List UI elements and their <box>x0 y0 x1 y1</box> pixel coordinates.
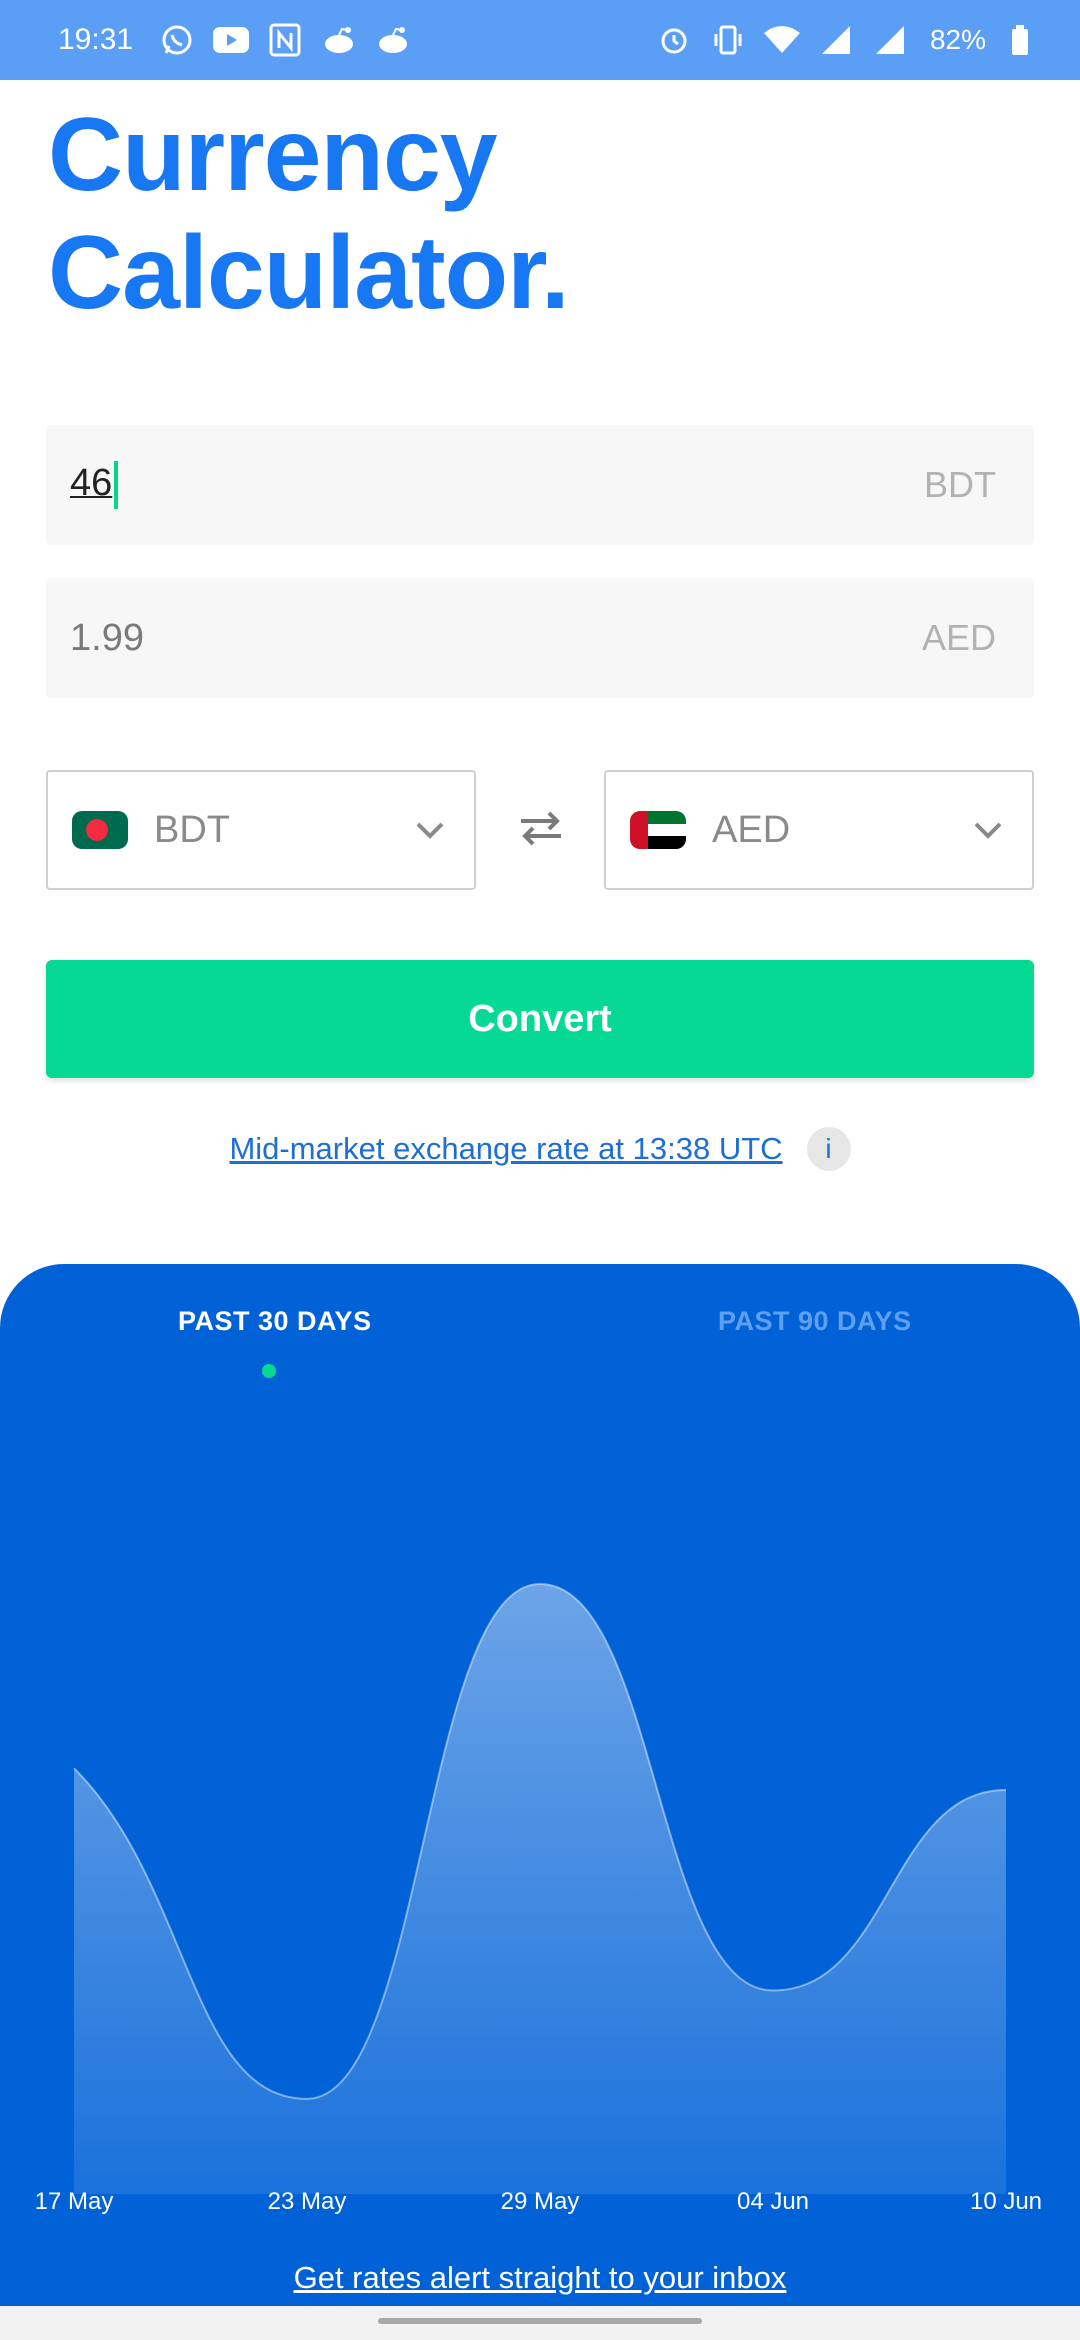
tab-past-30-days[interactable]: PAST 30 DAYS <box>178 1306 372 1337</box>
to-currency-select[interactable]: AED <box>604 770 1034 890</box>
reddit-icon <box>373 20 413 60</box>
swap-currencies-button[interactable] <box>513 808 569 852</box>
signal-icon <box>816 20 856 60</box>
amount-value-wrap: 46 <box>70 461 119 509</box>
chevron-down-icon <box>410 810 450 850</box>
title-line-1: Currency <box>48 97 498 213</box>
youtube-icon <box>211 20 251 60</box>
notion-icon <box>265 20 305 60</box>
whatsapp-icon <box>157 20 197 60</box>
x-tick-label: 04 Jun <box>737 2188 809 2215</box>
bangladesh-flag-icon <box>72 811 128 849</box>
from-currency-code: BDT <box>154 808 230 851</box>
convert-button[interactable]: Convert <box>46 960 1034 1078</box>
status-time: 19:31 <box>58 23 134 56</box>
battery-icon <box>1000 20 1040 60</box>
result-field[interactable]: 1.99 AED <box>46 578 1034 698</box>
chart-area <box>74 1584 1006 2194</box>
battery-percent: 82% <box>929 24 986 55</box>
result-currency-label: AED <box>921 617 996 658</box>
signal-icon <box>870 20 910 60</box>
text-cursor <box>114 461 119 509</box>
x-tick-label: 17 May <box>35 2188 114 2215</box>
rate-info-row: Mid-market exchange rate at 13:38 UTC i <box>0 1126 1080 1172</box>
amount-value: 46 <box>70 462 113 505</box>
active-tab-indicator <box>262 1364 276 1378</box>
currency-calculator-screen: 19:31 82% Currency Calculator. 46 BDT 1.… <box>0 0 1080 2340</box>
home-gesture-pill[interactable] <box>378 2318 702 2324</box>
amount-input[interactable]: 46 BDT <box>46 425 1034 545</box>
rates-alert-link[interactable]: Get rates alert straight to your inbox <box>0 2260 1080 2296</box>
mid-market-rate-link[interactable]: Mid-market exchange rate at 13:38 UTC <box>229 1131 782 1167</box>
result-value: 1.99 <box>70 616 144 659</box>
info-icon[interactable]: i <box>806 1127 851 1171</box>
system-navigation-bar <box>0 2306 1080 2340</box>
vibrate-icon <box>708 20 748 60</box>
amount-currency-label: BDT <box>924 464 996 505</box>
x-tick-label: 10 Jun <box>970 2188 1042 2215</box>
to-currency-code: AED <box>712 808 791 851</box>
status-bar: 19:31 82% <box>0 0 1080 80</box>
tab-past-90-days[interactable]: PAST 90 DAYS <box>718 1306 912 1337</box>
reddit-icon <box>319 20 359 60</box>
rate-history-chart: 17 May 23 May 29 May 04 Jun 10 Jun <box>35 1582 1042 2215</box>
status-bar-right: 82% <box>654 20 1040 60</box>
from-currency-select[interactable]: BDT <box>46 770 476 890</box>
x-tick-label: 29 May <box>501 2188 580 2215</box>
chevron-down-icon <box>968 810 1008 850</box>
title-line-2: Calculator. <box>48 215 570 331</box>
x-tick-label: 23 May <box>268 2188 347 2215</box>
swap-arrows-icon <box>517 808 565 853</box>
page-title: Currency Calculator. <box>48 96 570 332</box>
uae-flag-icon <box>630 811 686 849</box>
alarm-icon <box>654 20 694 60</box>
rate-history-panel: 17 May 23 May 29 May 04 Jun 10 Jun PAST 30 D… <box>0 1264 1080 2340</box>
wifi-icon <box>762 20 802 60</box>
status-bar-left: 19:31 <box>58 20 413 60</box>
